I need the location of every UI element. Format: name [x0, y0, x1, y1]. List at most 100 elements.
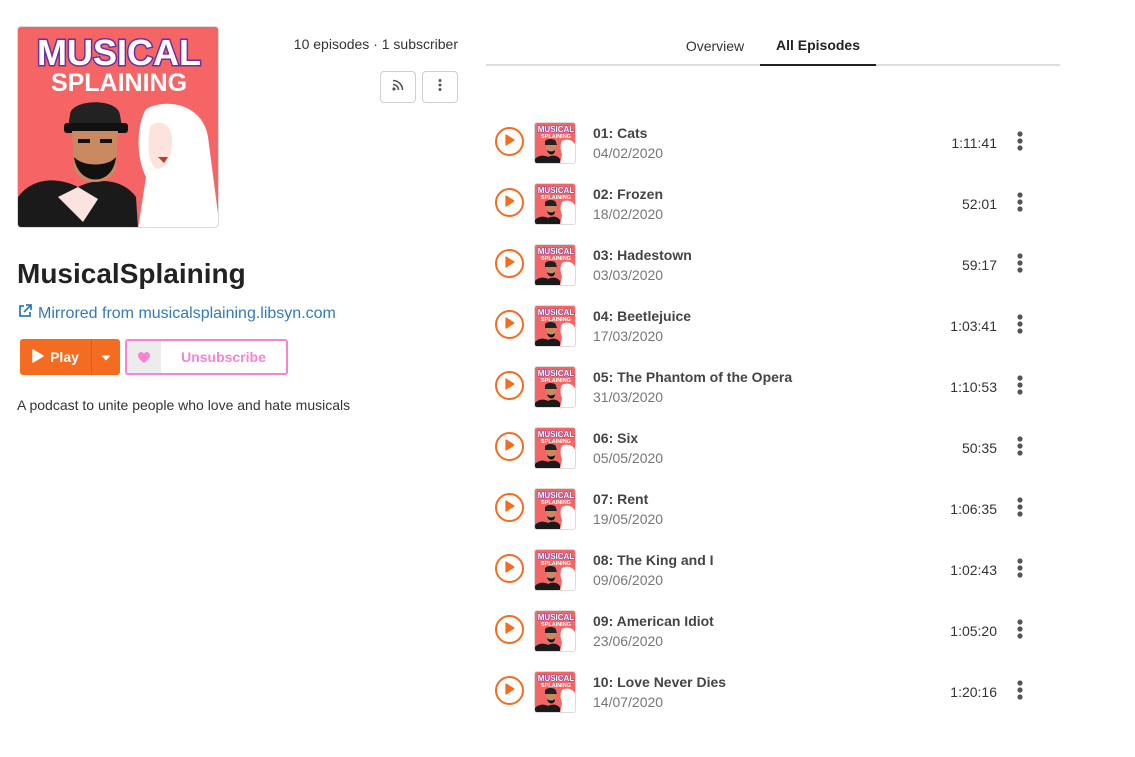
episode-play-button[interactable] [495, 188, 524, 217]
episode-title[interactable]: 04: Beetlejuice [593, 308, 691, 324]
episode-row: MUSICAL SPLAINING 06: Six 05/05/2020 50:35 [486, 417, 1060, 478]
episode-title[interactable]: 03: Hadestown [593, 247, 692, 263]
episode-menu-button[interactable] [1010, 130, 1030, 156]
episode-menu-button[interactable] [1010, 313, 1030, 339]
vertical-ellipsis-icon [1017, 679, 1023, 705]
play-icon [504, 377, 515, 395]
episode-play-button[interactable] [495, 554, 524, 583]
tab-all-episodes[interactable]: All Episodes [760, 26, 876, 66]
thumbnail-logo-bottom: SPLAINING [541, 378, 571, 384]
play-button-label: Play [50, 349, 79, 365]
episode-row: MUSICAL SPLAINING 09: American Idiot 23/0… [486, 600, 1060, 661]
cover-logo-top: MUSICAL [37, 32, 201, 73]
vertical-ellipsis-icon [1017, 191, 1023, 217]
episode-play-button[interactable] [495, 310, 524, 339]
episode-duration: 50:35 [961, 440, 997, 456]
episode-thumbnail: MUSICAL SPLAINING [534, 305, 576, 347]
episode-thumbnail: MUSICAL SPLAINING [534, 366, 576, 408]
episode-title[interactable]: 09: American Idiot [593, 613, 714, 629]
episode-play-button[interactable] [495, 249, 524, 278]
episode-title[interactable]: 02: Frozen [593, 186, 663, 202]
thumbnail-logo-top: MUSICAL [538, 247, 575, 256]
rss-icon [392, 78, 404, 96]
vertical-ellipsis-icon [438, 78, 442, 96]
episode-duration: 52:01 [961, 196, 997, 212]
episode-play-button[interactable] [495, 432, 524, 461]
thumbnail-logo-bottom: SPLAINING [541, 561, 571, 567]
episode-menu-button[interactable] [1010, 557, 1030, 583]
play-options-dropdown[interactable] [92, 339, 120, 375]
episode-date: 18/02/2020 [593, 206, 664, 222]
thumbnail-logo-top: MUSICAL [538, 369, 575, 378]
heart-icon [127, 341, 161, 373]
thumbnail-logo-bottom: SPLAINING [541, 622, 571, 628]
episode-menu-button[interactable] [1010, 374, 1030, 400]
episode-date: 09/06/2020 [593, 572, 664, 588]
cover-logo-bottom: SPLAINING [51, 69, 187, 97]
unsubscribe-button[interactable]: Unsubscribe [125, 339, 288, 375]
vertical-ellipsis-icon [1017, 496, 1023, 522]
episode-row: MUSICAL SPLAINING 10: Love Never Dies 14/… [486, 661, 1060, 722]
episode-play-button[interactable] [495, 493, 524, 522]
tab-overview[interactable]: Overview [671, 26, 759, 66]
episode-duration: 1:20:16 [950, 684, 997, 700]
mirror-source-link[interactable]: Mirrored from musicalsplaining.libsyn.co… [17, 303, 336, 324]
podcast-more-button[interactable] [422, 71, 458, 103]
episode-play-button[interactable] [495, 676, 524, 705]
thumbnail-logo-top: MUSICAL [538, 125, 575, 134]
episode-thumbnail: MUSICAL SPLAINING [534, 244, 576, 286]
episode-title[interactable]: 01: Cats [593, 125, 647, 141]
episode-row: MUSICAL SPLAINING 07: Rent 19/05/2020 1:06… [486, 478, 1060, 539]
external-link-icon [17, 303, 33, 324]
vertical-ellipsis-icon [1017, 374, 1023, 400]
thumbnail-logo-bottom: SPLAINING [541, 195, 571, 201]
episode-date: 31/03/2020 [593, 389, 664, 405]
episode-menu-button[interactable] [1010, 191, 1030, 217]
episode-play-button[interactable] [495, 127, 524, 156]
vertical-ellipsis-icon [1017, 130, 1023, 156]
episode-title[interactable]: 10: Love Never Dies [593, 674, 726, 690]
episode-date: 03/03/2020 [593, 267, 664, 283]
episode-menu-button[interactable] [1010, 679, 1030, 705]
caret-down-icon [101, 348, 111, 366]
unsubscribe-label: Unsubscribe [181, 349, 266, 365]
thumbnail-logo-bottom: SPLAINING [541, 683, 571, 689]
play-icon [504, 194, 515, 212]
thumbnail-logo-top: MUSICAL [538, 186, 575, 195]
thumbnail-logo-top: MUSICAL [538, 430, 575, 439]
episode-duration: 1:02:43 [950, 562, 997, 578]
episode-title[interactable]: 06: Six [593, 430, 638, 446]
podcast-description: A podcast to unite people who love and h… [17, 397, 351, 413]
play-icon [504, 682, 515, 700]
thumbnail-logo-top: MUSICAL [538, 674, 575, 683]
episode-date: 23/06/2020 [593, 633, 664, 649]
thumbnail-logo-top: MUSICAL [538, 308, 575, 317]
episode-duration: 1:06:35 [950, 501, 997, 517]
episode-play-button[interactable] [495, 615, 524, 644]
thumbnail-logo-bottom: SPLAINING [541, 317, 571, 323]
vertical-ellipsis-icon [1017, 252, 1023, 278]
episode-play-button[interactable] [495, 371, 524, 400]
episode-thumbnail: MUSICAL SPLAINING [534, 488, 576, 530]
episode-row: MUSICAL SPLAINING 01: Cats 04/02/2020 1:11… [486, 112, 1060, 173]
episode-row: MUSICAL SPLAINING 04: Beetlejuice 17/03/2… [486, 295, 1060, 356]
episode-thumbnail: MUSICAL SPLAINING [534, 183, 576, 225]
episode-title[interactable]: 07: Rent [593, 491, 648, 507]
episode-menu-button[interactable] [1010, 252, 1030, 278]
play-icon [504, 255, 515, 273]
episode-title[interactable]: 08: The King and I [593, 552, 714, 568]
podcast-cover-art: MUSICAL SPLAINING [17, 26, 219, 228]
episode-row: MUSICAL SPLAINING 05: The Phantom of the… [486, 356, 1060, 417]
play-icon [504, 621, 515, 639]
play-button[interactable]: Play [20, 339, 92, 375]
thumbnail-logo-top: MUSICAL [538, 491, 575, 500]
episode-row: MUSICAL SPLAINING 02: Frozen 18/02/2020 52… [486, 173, 1060, 234]
episode-thumbnail: MUSICAL SPLAINING [534, 427, 576, 469]
thumbnail-logo-bottom: SPLAINING [541, 134, 571, 140]
episode-menu-button[interactable] [1010, 496, 1030, 522]
episode-menu-button[interactable] [1010, 618, 1030, 644]
episode-row: MUSICAL SPLAINING 03: Hadestown 03/03/202… [486, 234, 1060, 295]
rss-feed-button[interactable] [380, 71, 416, 103]
episode-title[interactable]: 05: The Phantom of the Opera [593, 369, 792, 385]
episode-menu-button[interactable] [1010, 435, 1030, 461]
